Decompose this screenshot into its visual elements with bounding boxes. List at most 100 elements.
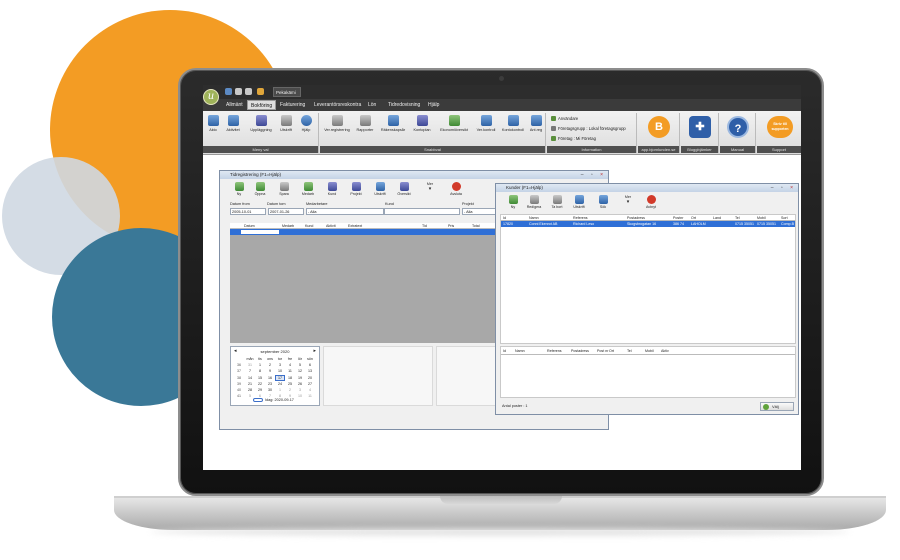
calendar-day[interactable]: 28: [245, 387, 255, 393]
col-referens[interactable]: Referens: [547, 347, 562, 355]
calendar-day[interactable]: 10: [275, 368, 285, 374]
calendar-day[interactable]: 19: [295, 375, 305, 381]
tile-manual[interactable]: ? Manual: [720, 113, 756, 153]
ver-kontroll-button[interactable]: Ver.kontroll: [474, 115, 498, 145]
kund-button[interactable]: Kund: [323, 182, 341, 200]
ekonomioversikt-button[interactable]: Ekonomiöversikt: [436, 115, 472, 145]
mer-button[interactable]: Mer ▾: [618, 195, 638, 213]
calendar-day[interactable]: 4: [285, 362, 295, 368]
calendar-today[interactable]: Idag: 2020-09-17: [253, 398, 294, 402]
avsluta-button[interactable]: Avsluta: [447, 182, 465, 200]
sok-button[interactable]: Sök: [594, 195, 612, 213]
utskrift-button[interactable]: Utskrift: [371, 182, 389, 200]
calendar-day[interactable]: 26: [295, 381, 305, 387]
info-company[interactable]: Företag : Mi Företag: [551, 136, 596, 141]
window-controls[interactable]: – ▫ ×: [771, 185, 796, 191]
redo-icon[interactable]: [245, 88, 252, 95]
calendar-day[interactable]: 29: [255, 387, 265, 393]
col-postadress[interactable]: Postadress: [571, 347, 589, 355]
mer-button[interactable]: Mer ▾: [419, 182, 441, 200]
ver-registrering-button[interactable]: Ver.registrering: [322, 115, 352, 145]
col-postnr[interactable]: Post nr: [597, 347, 608, 355]
utskrift-button[interactable]: Utskrift: [570, 195, 588, 213]
kontoplan-button[interactable]: Kontoplan: [410, 115, 434, 145]
ny-button[interactable]: Ny: [504, 195, 522, 213]
calendar-day[interactable]: 20: [305, 375, 315, 381]
col-namn[interactable]: Namn: [515, 347, 525, 355]
menu-leverantorsreskontra[interactable]: Leverantörsreskontra: [311, 100, 364, 110]
calendar-day[interactable]: 18: [285, 375, 295, 381]
calendar-day[interactable]: 23: [265, 381, 275, 387]
calendar-day[interactable]: 30: [265, 387, 275, 393]
ta-bort-button[interactable]: Ta bort: [548, 195, 566, 213]
calendar-day[interactable]: 2: [265, 362, 275, 368]
close-icon[interactable]: ×: [600, 172, 606, 178]
datum-tom-field[interactable]: 2007-01-26: [268, 208, 304, 215]
hjalp-button[interactable]: Hjälp: [298, 115, 314, 145]
calendar-day[interactable]: 2: [285, 387, 295, 393]
date-calendar[interactable]: ◂ ▸ september 2020 mån tis ons tor fre lör sön…: [230, 346, 320, 406]
document-tab[interactable]: Pekakämi: [273, 87, 301, 97]
save-icon[interactable]: [225, 88, 232, 95]
calendar-day[interactable]: 10: [295, 393, 305, 399]
calendar-day[interactable]: 6: [305, 362, 315, 368]
menu-tidredovisning[interactable]: Tidredovisning: [385, 100, 423, 110]
avbryt-button[interactable]: Avbryt: [642, 195, 660, 213]
info-company-group[interactable]: Företagsgrupp : Lokal företagsgrupp: [551, 126, 626, 131]
oppna-button[interactable]: Öppna: [251, 182, 269, 200]
calendar-day[interactable]: 8: [255, 368, 265, 374]
calendar-day[interactable]: 22: [255, 381, 265, 387]
window-controls[interactable]: – ▫ ×: [581, 172, 606, 178]
aktivitet-button[interactable]: Aktivitet: [223, 115, 243, 145]
upplaggning-button[interactable]: Upplägg­ning: [247, 115, 275, 145]
tile-blogg[interactable]: ✚ Bloggbjämker: [681, 113, 719, 153]
calendar-day[interactable]: 27: [305, 381, 315, 387]
col-id[interactable]: Id: [503, 347, 506, 355]
folder-icon[interactable]: [257, 88, 264, 95]
datum-from-field[interactable]: 2005-10-01: [230, 208, 266, 215]
calendar-day[interactable]: 15: [255, 375, 265, 381]
ny-button[interactable]: Ny: [230, 182, 248, 200]
akto-button[interactable]: Akto: [205, 115, 221, 145]
time-grid-body[interactable]: [230, 235, 500, 343]
table-row[interactable]: 17820 Conni Ekenrot AB Richard Leso Skog…: [501, 221, 795, 227]
utskrift-button[interactable]: Utskrift: [277, 115, 295, 145]
rapporter-button[interactable]: Rapporter: [354, 115, 376, 145]
col-mobil[interactable]: Mobil: [645, 347, 654, 355]
redigera-button[interactable]: Redigera: [524, 195, 544, 213]
calendar-day[interactable]: 1: [255, 362, 265, 368]
calendar-day[interactable]: 16: [265, 375, 275, 381]
calendar-day[interactable]: 5: [295, 362, 305, 368]
calendar-day[interactable]: 7: [245, 368, 255, 374]
rakenskapsar-button[interactable]: Räkenskapsår: [378, 115, 408, 145]
calendar-day[interactable]: 11: [305, 393, 315, 399]
tile-support[interactable]: Skriv till supporten Support: [757, 113, 801, 153]
spara-button[interactable]: Spara: [275, 182, 293, 200]
calendar-day[interactable]: 31: [245, 362, 255, 368]
calendar-day[interactable]: 11: [285, 368, 295, 374]
medarbetare-select[interactable]: - Alla: [306, 208, 384, 215]
projekt-button[interactable]: Projekt: [347, 182, 365, 200]
kund-select[interactable]: [384, 208, 460, 215]
customer-grid[interactable]: Id Namn Referens Postadress Postnr Ort L…: [500, 214, 796, 344]
undo-icon[interactable]: [235, 88, 242, 95]
medarb-button[interactable]: Medarb: [299, 182, 317, 200]
projekt-select[interactable]: - Alla: [462, 208, 498, 215]
menu-hjalp[interactable]: Hjälp: [425, 100, 442, 110]
calendar-day[interactable]: 3: [275, 362, 285, 368]
col-aktiv[interactable]: Ak­tiv: [661, 347, 669, 355]
col-ort[interactable]: Ort: [609, 347, 614, 355]
calendar-day[interactable]: 13: [305, 368, 315, 374]
menu-bokforing[interactable]: Bokföring: [247, 100, 277, 110]
oversikt-button[interactable]: Översikt: [395, 182, 413, 200]
tile-bjornlunden[interactable]: B app.bjornlunden.se: [638, 113, 680, 153]
calendar-day[interactable]: 12: [295, 368, 305, 374]
calendar-day[interactable]: 17: [275, 374, 285, 381]
calendar-day[interactable]: 1: [275, 387, 285, 393]
calendar-day[interactable]: 9: [265, 368, 275, 374]
kontokontroll-button[interactable]: Kontokontroll: [500, 115, 526, 145]
calendar-day[interactable]: 14: [245, 375, 255, 381]
calendar-day[interactable]: 4: [305, 387, 315, 393]
menu-lon[interactable]: Lön: [365, 100, 379, 110]
contact-grid[interactable]: Id Namn Referens Postadress Post nr Ort …: [500, 346, 796, 398]
